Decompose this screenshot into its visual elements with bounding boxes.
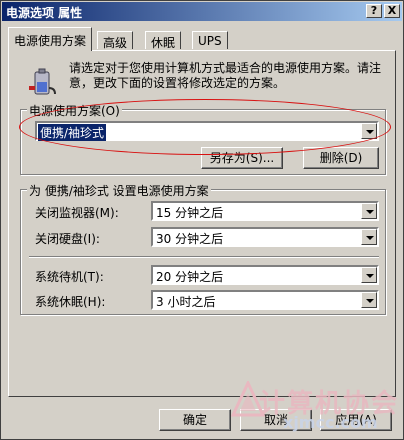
chevron-down-icon[interactable] [361,292,377,308]
divider [29,256,379,258]
harddisk-off-select[interactable]: 30 分钟之后 [151,227,379,247]
scheme-settings-group: 为 便携/袖珍式 设置电源使用方案 关闭监视器(M): 15 分钟之后 关闭硬盘… [20,182,386,315]
power-scheme-group-label: 电源使用方案(O) [27,102,122,119]
tab-hibernate[interactable]: 休眠 [145,31,182,50]
intro-text: 请选定对于您使用计算机方式最适合的电源使用方案。请注意，更改下面的设置将修改选定… [69,61,382,90]
chevron-down-icon[interactable] [361,123,377,139]
hibernate-select[interactable]: 3 小时之后 [151,290,379,310]
close-button[interactable]: X [384,4,400,18]
power-scheme-group: 电源使用方案(O) 便携/袖珍式 另存为(S)... 删除(D) [20,102,386,175]
standby-select[interactable]: 20 分钟之后 [151,265,379,285]
ok-button[interactable]: 确定 [159,409,231,431]
tab-power-schemes[interactable]: 电源使用方案 [8,27,93,51]
hibernate-label: 系统休眠(H): [35,295,106,309]
cancel-button[interactable]: 取消 [240,409,312,431]
standby-label: 系统待机(T): [35,270,104,284]
battery-plug-icon [27,66,61,100]
power-scheme-select[interactable]: 便携/袖珍式 [35,121,379,141]
monitor-off-value: 15 分钟之后 [156,206,224,220]
chevron-down-icon[interactable] [361,203,377,219]
chevron-down-icon[interactable] [361,267,377,283]
delete-button[interactable]: 删除(D) [303,147,379,169]
help-button[interactable]: ? [366,4,382,18]
power-options-dialog: 电源选项 属性 ? X 电源使用方案 高级 休眠 UPS 请选定对于您使用计算机… [0,0,404,440]
tab-panel: 请选定对于您使用计算机方式最适合的电源使用方案。请注意，更改下面的设置将修改选定… [8,50,396,397]
harddisk-off-label: 关闭硬盘(I): [35,232,100,246]
tab-ups[interactable]: UPS [192,31,228,49]
power-scheme-value: 便携/袖珍式 [38,124,107,141]
chevron-down-icon[interactable] [361,229,377,245]
window-title: 电源选项 属性 [6,6,83,20]
standby-value: 20 分钟之后 [156,270,224,284]
save-as-button[interactable]: 另存为(S)... [201,147,283,169]
title-bar[interactable]: 电源选项 属性 ? X [2,2,402,21]
apply-button[interactable]: 应用(A) [320,409,392,431]
scheme-settings-group-label: 为 便携/袖珍式 设置电源使用方案 [27,182,211,199]
tab-strip: 电源使用方案 高级 休眠 UPS [1,27,404,51]
hibernate-value: 3 小时之后 [156,295,216,309]
monitor-off-label: 关闭监视器(M): [35,206,119,220]
tab-advanced[interactable]: 高级 [97,31,134,50]
monitor-off-select[interactable]: 15 分钟之后 [151,201,379,221]
harddisk-off-value: 30 分钟之后 [156,232,224,246]
